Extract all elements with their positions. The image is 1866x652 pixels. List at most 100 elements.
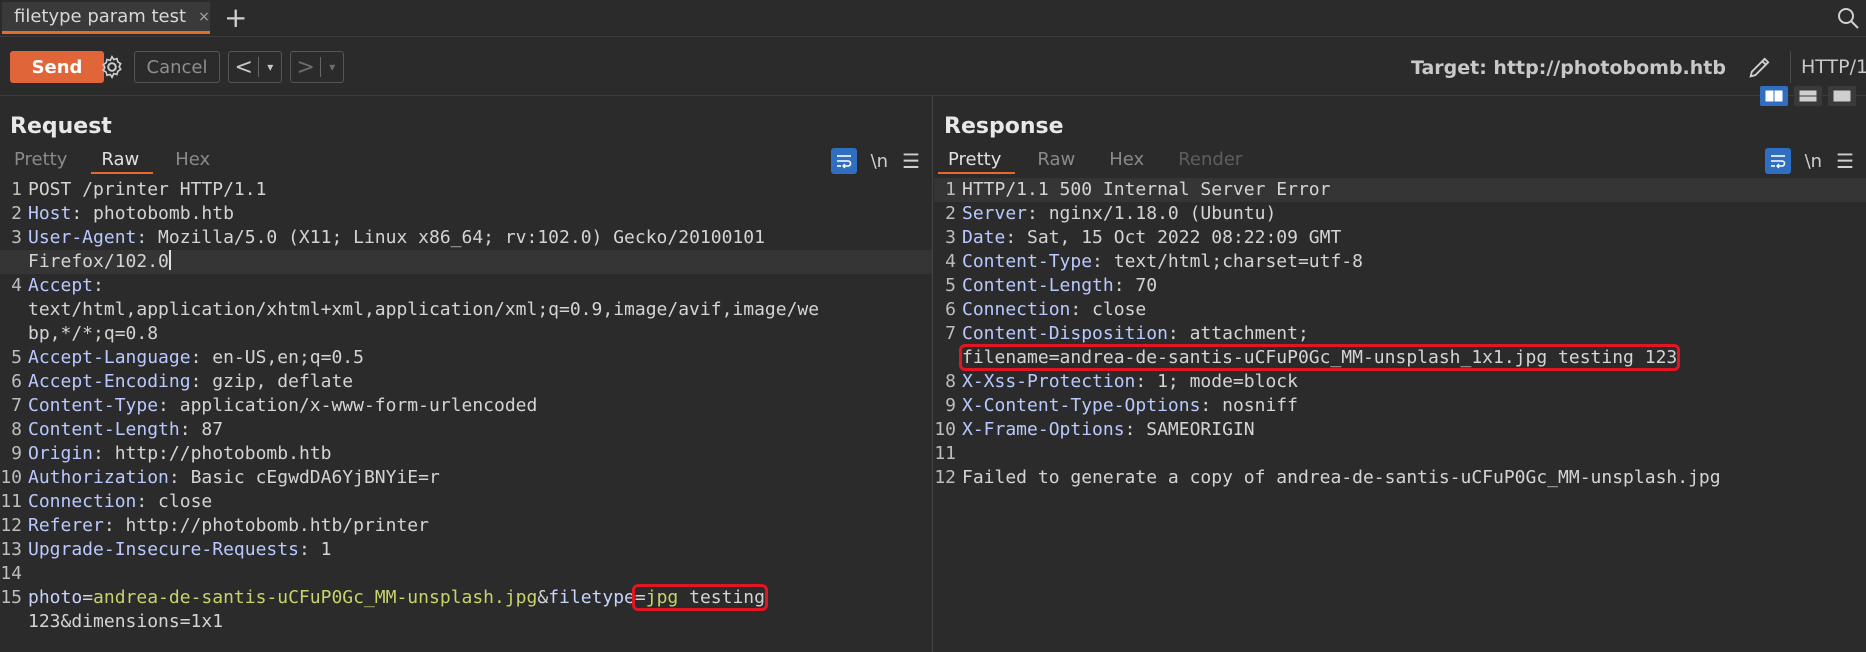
line-number: 12 [0, 515, 22, 536]
header-name: Connection [962, 299, 1071, 320]
request-editor-tools: \n ☰ [830, 148, 920, 174]
send-button[interactable]: Send [10, 51, 104, 83]
code-line: 7 Content-Disposition: attachment; [934, 322, 1866, 346]
header-value: nosniff [1211, 395, 1298, 416]
line-number: 6 [11, 371, 22, 392]
line-number: 9 [11, 443, 22, 464]
show-newlines-toggle[interactable]: \n [1805, 151, 1822, 172]
response-view-tabs: Pretty Raw Hex Render [938, 146, 1272, 174]
header-value: attachment; [1178, 323, 1309, 344]
back-arrow-icon[interactable]: < [229, 55, 258, 80]
header-value: http://photobomb.htb [103, 443, 332, 464]
tab-pretty[interactable]: Pretty [938, 146, 1016, 174]
code-line: 9 X-Content-Type-Options: nosniff [934, 394, 1866, 418]
forward-nav-group[interactable]: > ▾ [290, 51, 344, 83]
param-equals: = [634, 587, 646, 608]
tab-render[interactable]: Render [1174, 146, 1254, 174]
param-key: photo [28, 587, 83, 608]
tab-close-icon[interactable]: × [198, 9, 210, 25]
back-dropdown-icon[interactable]: ▾ [259, 60, 281, 74]
request-editor[interactable]: 1 POST /printer HTTP/1.1 2 Host: photobomb… [0, 178, 932, 652]
code-line: 8 Content-Length: 87 [0, 418, 932, 442]
settings-gear-icon[interactable] [96, 51, 128, 83]
line-number [0, 298, 28, 322]
wrap-lines-icon[interactable] [830, 148, 857, 174]
tab-raw[interactable]: Raw [91, 146, 154, 174]
tab-pretty[interactable]: Pretty [10, 146, 79, 174]
header-value: SAMEORIGIN [1135, 419, 1255, 440]
menu-icon[interactable]: ☰ [1836, 149, 1854, 173]
code-line: 6 Connection: close [934, 298, 1866, 322]
header-name: User-Agent [28, 227, 137, 248]
line-number: 3 [11, 227, 22, 248]
header-value: Mozilla/5.0 (X11; Linux x86_64; rv:102.0… [147, 227, 765, 248]
header-name: Host [28, 203, 72, 224]
header-value-continued: text/html,application/xhtml+xml,applicat… [28, 299, 820, 320]
code-line: 13 Upgrade-Insecure-Requests: 1 [0, 539, 332, 560]
code-line: 12 Referer: http://photobomb.htb/printer [0, 515, 429, 536]
code-line: 3 Date: Sat, 15 Oct 2022 08:22:09 GMT [934, 226, 1866, 250]
line-number: 4 [11, 275, 22, 296]
tabs-layout-icon[interactable] [1828, 86, 1856, 106]
menu-icon[interactable]: ☰ [902, 149, 920, 173]
line-number [0, 610, 28, 634]
show-newlines-toggle[interactable]: \n [871, 151, 888, 172]
line-number: 1 [945, 179, 956, 200]
header-name: Server [962, 203, 1028, 224]
back-nav-group[interactable]: < ▾ [228, 51, 282, 83]
header-value: 87 [190, 419, 224, 440]
tab-hex[interactable]: Hex [1105, 146, 1156, 174]
header-value-continued: bp,*/*;q=0.8 [28, 323, 159, 344]
header-name: Referer [28, 515, 104, 536]
text-cursor [168, 250, 171, 270]
line-number: 7 [945, 323, 956, 344]
cancel-button[interactable]: Cancel [134, 51, 220, 83]
new-tab-button[interactable]: + [224, 2, 247, 34]
tab-raw[interactable]: Raw [1033, 146, 1087, 174]
split-columns-icon[interactable] [1760, 86, 1788, 106]
code-line: 3 User-Agent: Mozilla/5.0 (X11; Linux x86… [0, 226, 932, 250]
code-line: 6 Accept-Encoding: gzip, deflate [0, 370, 932, 394]
code-line: 1 HTTP/1.1 500 Internal Server Error [934, 178, 1866, 202]
header-value: text/html;charset=utf-8 [1102, 251, 1363, 272]
line-number: 6 [945, 299, 956, 320]
forward-arrow-icon[interactable]: > [291, 55, 320, 80]
response-editor[interactable]: 1 HTTP/1.1 500 Internal Server Error 2 Ser… [934, 178, 1866, 652]
line-number: 8 [945, 371, 956, 392]
line-number: 4 [945, 251, 956, 272]
toolbar: Send Cancel < ▾ > ▾ Target: http://photo… [0, 37, 1866, 96]
line-number [0, 322, 28, 346]
code-line: 11 [934, 442, 1866, 466]
header-value: http://photobomb.htb/printer [114, 515, 429, 536]
header-name: Accept-Encoding [28, 371, 191, 392]
code-line: 10 Authorization: Basic cEgwdDA6YjBNYiE=r [0, 467, 440, 488]
response-body: Failed to generate a copy of andrea-de-s… [962, 467, 1721, 488]
protocol-label[interactable]: HTTP/1 [1790, 51, 1866, 83]
code-line: 10 X-Frame-Options: SAMEORIGIN [934, 419, 1255, 440]
code-line: 4 Accept: [0, 274, 932, 298]
header-name: Content-Length [28, 419, 180, 440]
wrap-lines-icon[interactable] [1764, 148, 1791, 174]
header-value: close [147, 491, 213, 512]
line-number: 1 [11, 179, 22, 200]
search-icon[interactable] [1836, 6, 1860, 30]
code-line: 1 POST /printer HTTP/1.1 [0, 178, 932, 202]
response-title: Response [944, 114, 1064, 139]
request-pane: Request Pretty Raw Hex \n ☰ 1 POST /print… [0, 96, 933, 652]
line-number: 11 [0, 491, 22, 512]
param-value: andrea-de-santis-uCFuP0Gc_MM-unsplash.jp… [93, 587, 538, 608]
header-value: Basic cEgwdDA6YjBNYiE=r [179, 467, 440, 488]
header-name: Date [962, 227, 1006, 248]
status-line: HTTP/1.1 500 Internal Server Error [962, 179, 1331, 200]
tab-hex[interactable]: Hex [171, 146, 222, 174]
split-rows-icon[interactable] [1794, 86, 1822, 106]
header-value: nginx/1.18.0 (Ubuntu) [1037, 203, 1277, 224]
edit-target-pencil-icon[interactable] [1746, 53, 1774, 81]
tab-filetype-param-test[interactable]: filetype param test × [2, 2, 210, 34]
header-value: close [1081, 299, 1147, 320]
forward-dropdown-icon[interactable]: ▾ [321, 60, 343, 74]
header-name: Content-Type [962, 251, 1093, 272]
line-number: 10 [0, 467, 22, 488]
param-value-injected: testing [678, 587, 765, 608]
code-line: 2 Server: nginx/1.18.0 (Ubuntu) [934, 202, 1866, 226]
